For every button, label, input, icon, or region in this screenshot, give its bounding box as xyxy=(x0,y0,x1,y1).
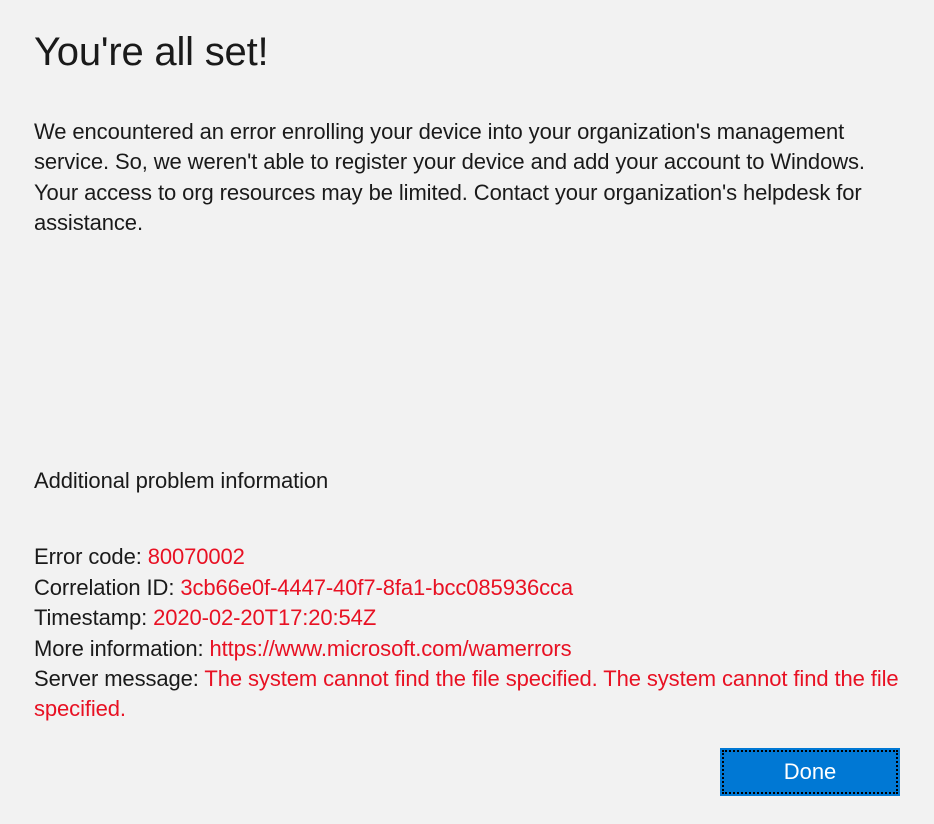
error-details: Error code: 80070002 Correlation ID: 3cb… xyxy=(34,542,900,724)
timestamp-value: 2020-02-20T17:20:54Z xyxy=(153,605,376,630)
timestamp-row: Timestamp: 2020-02-20T17:20:54Z xyxy=(34,603,900,633)
additional-info-heading: Additional problem information xyxy=(34,468,900,494)
server-message-row: Server message: The system cannot find t… xyxy=(34,664,900,725)
error-code-row: Error code: 80070002 xyxy=(34,542,900,572)
page-title: You're all set! xyxy=(34,30,900,75)
more-info-value: https://www.microsoft.com/wamerrors xyxy=(210,636,572,661)
more-info-label: More information: xyxy=(34,636,210,661)
timestamp-label: Timestamp: xyxy=(34,605,153,630)
correlation-id-label: Correlation ID: xyxy=(34,575,180,600)
correlation-id-row: Correlation ID: 3cb66e0f-4447-40f7-8fa1-… xyxy=(34,573,900,603)
correlation-id-value: 3cb66e0f-4447-40f7-8fa1-bcc085936cca xyxy=(180,575,573,600)
error-code-label: Error code: xyxy=(34,544,148,569)
error-code-value: 80070002 xyxy=(148,544,245,569)
more-info-row: More information: https://www.microsoft.… xyxy=(34,634,900,664)
server-message-label: Server message: xyxy=(34,666,204,691)
done-button[interactable]: Done xyxy=(720,748,900,796)
error-description: We encountered an error enrolling your d… xyxy=(34,117,900,238)
